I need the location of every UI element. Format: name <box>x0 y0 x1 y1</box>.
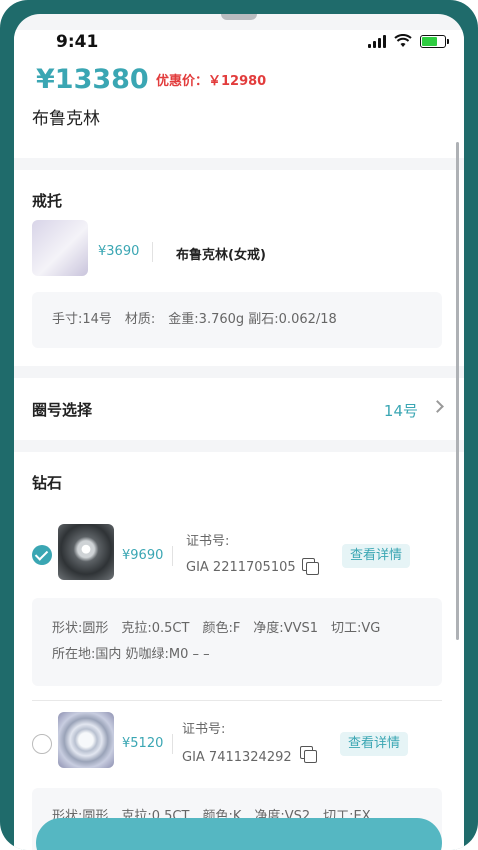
cert-label: 证书号: <box>182 722 226 737</box>
diamond-specs-line: 所在地:国内 奶咖绿:M0 – – <box>52 647 210 662</box>
battery-icon <box>420 34 449 48</box>
size-value: 14号 <box>383 402 418 420</box>
price-main: ¥13380 <box>36 64 149 95</box>
diamond-select-radio-checked[interactable] <box>32 545 52 565</box>
scrollbar[interactable] <box>456 142 459 640</box>
ring-specs: 手寸:14号 材质: 金重:3.760g 副石:0.062/18 <box>32 292 442 348</box>
chevron-right-icon <box>431 400 444 413</box>
view-details-button[interactable]: 查看详情 <box>342 544 411 568</box>
device-frame: 9:41 ¥13380 优惠价：￥12980 布鲁克林 戒托 ¥3690 布鲁克… <box>0 0 478 850</box>
cert-label: 证书号: <box>186 534 230 549</box>
view-details-button[interactable]: 查看详情 <box>340 732 409 756</box>
status-time: 9:41 <box>56 32 99 52</box>
diamond-specs-line: 形状:圆形 克拉:0.5CT 颜色:F 净度:VVS1 切工:VG <box>52 621 381 636</box>
diamond-specs: 形状:圆形 克拉:0.5CT 颜色:F 净度:VVS1 切工:VG 所在地:国内… <box>32 598 442 686</box>
status-icons <box>368 34 449 48</box>
ring-price: ¥3690 <box>98 244 140 259</box>
diamond-price: ¥9690 <box>122 548 164 563</box>
diamond-price: ¥5120 <box>122 736 164 751</box>
cert-number: GIA 2211705105 <box>186 560 296 575</box>
ring-thumbnail[interactable] <box>32 220 88 276</box>
discount-price: 优惠价：￥12980 <box>156 74 267 89</box>
ring-setting-card: 戒托 ¥3690 布鲁克林(女戒) 手寸:14号 材质: 金重:3.760g 副… <box>14 170 464 366</box>
cert-number: GIA 7411324292 <box>182 750 292 765</box>
divider <box>172 734 173 754</box>
app-screen: 9:41 ¥13380 优惠价：￥12980 布鲁克林 戒托 ¥3690 布鲁克… <box>14 14 464 850</box>
price-card: ¥13380 优惠价：￥12980 布鲁克林 <box>14 56 464 158</box>
divider <box>172 546 173 566</box>
wifi-icon <box>394 34 412 47</box>
ring-specs-text: 手寸:14号 材质: 金重:3.760g 副石:0.062/18 <box>52 312 337 327</box>
ring-section-title: 戒托 <box>32 192 63 210</box>
diamond-section-title: 钻石 <box>32 474 63 492</box>
diamond-thumbnail[interactable] <box>58 712 114 768</box>
copy-icon[interactable] <box>300 746 317 763</box>
cellular-signal-icon <box>368 34 386 48</box>
diamond-select-radio[interactable] <box>32 734 52 754</box>
ring-name: 布鲁克林(女戒) <box>176 248 266 263</box>
product-name: 布鲁克林 <box>32 109 100 129</box>
size-selector-row[interactable]: 圈号选择 14号 <box>14 378 464 440</box>
bottom-action-button[interactable] <box>36 818 442 850</box>
diamond-card: 钻石 ¥9690 证书号: GIA 2211705105 查看详情 形状:圆形 … <box>14 452 464 850</box>
notch <box>221 14 257 20</box>
diamond-thumbnail[interactable] <box>58 524 114 580</box>
divider <box>32 700 442 701</box>
divider <box>152 242 153 262</box>
status-bar: 9:41 <box>14 30 464 56</box>
copy-icon[interactable] <box>302 558 319 575</box>
size-label: 圈号选择 <box>32 401 93 419</box>
